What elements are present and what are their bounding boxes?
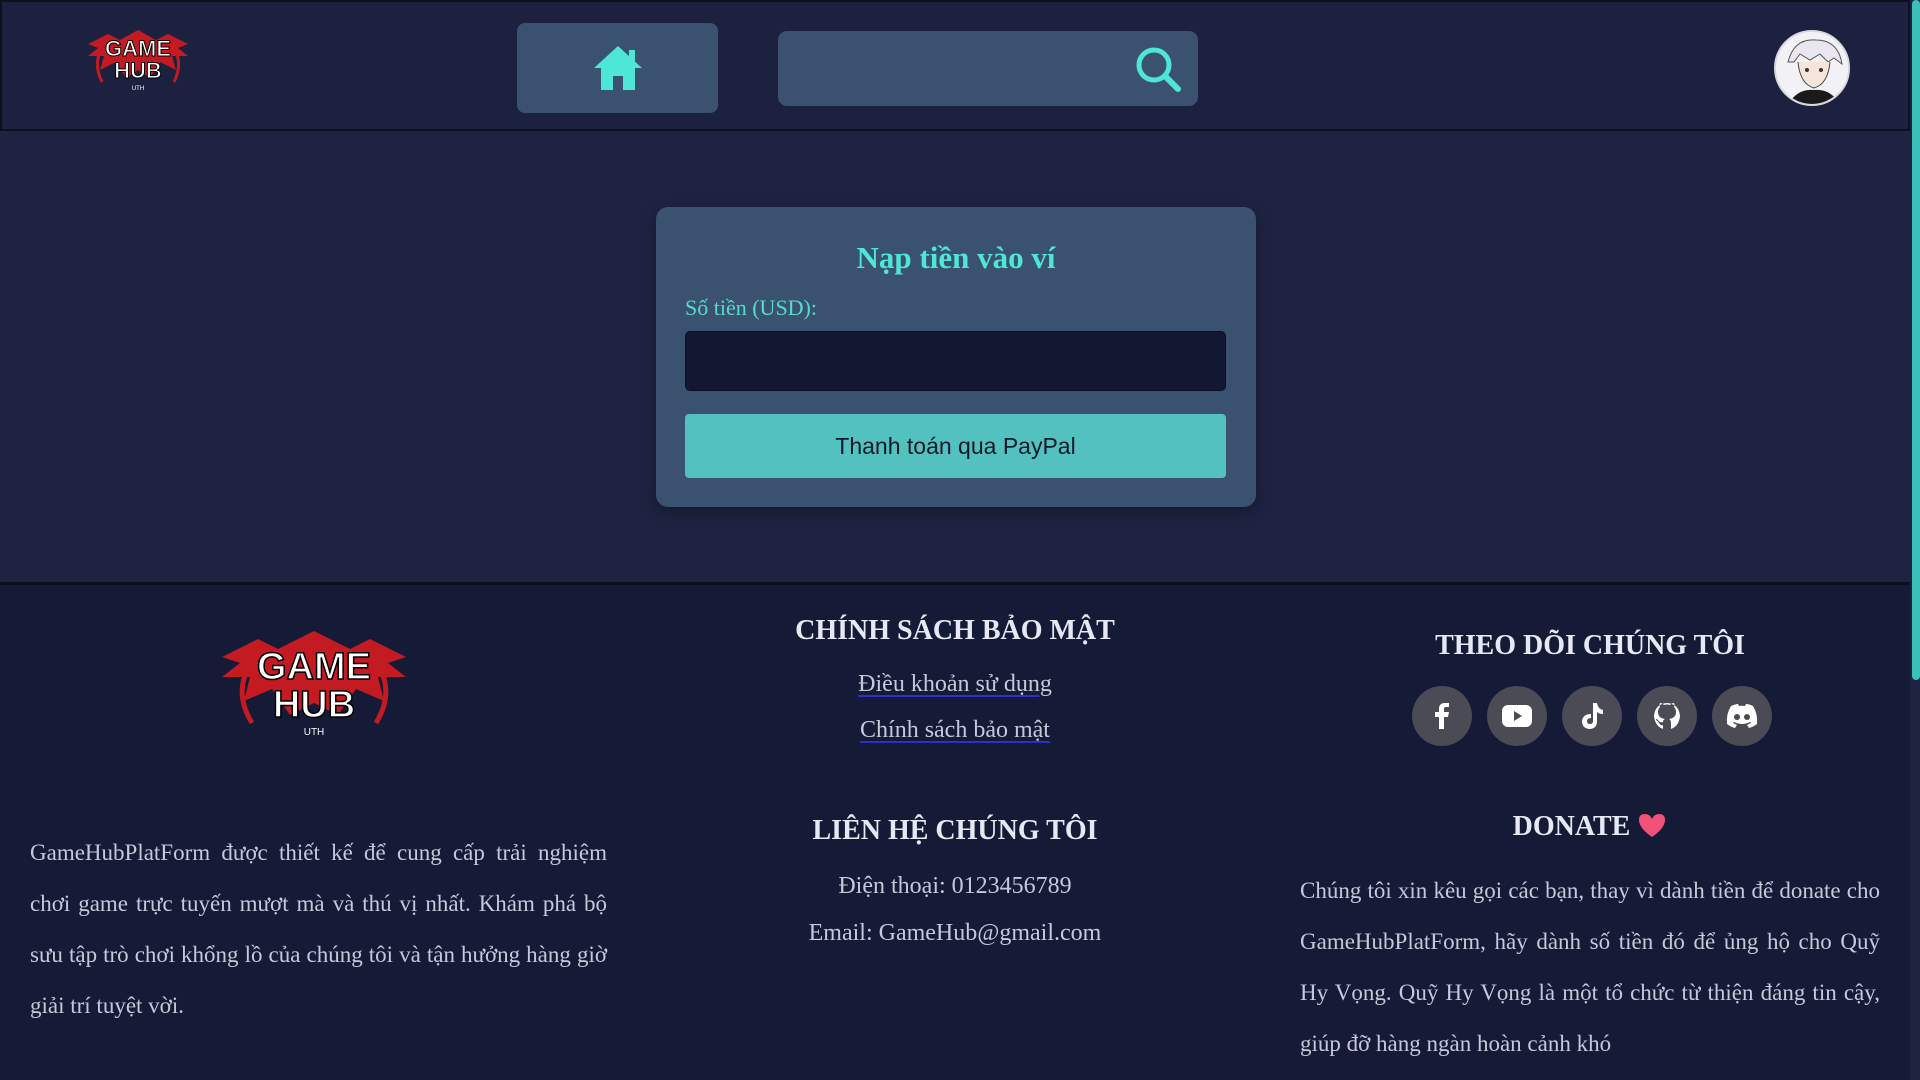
deposit-title: Nạp tiền vào ví <box>856 240 1056 275</box>
search-icon[interactable] <box>1130 41 1186 97</box>
facebook-icon[interactable] <box>1412 686 1472 746</box>
contact-email: Email: GameHub@gmail.com <box>808 920 1102 946</box>
svg-text:UTH: UTH <box>304 727 325 738</box>
svg-text:UTH: UTH <box>132 86 144 92</box>
social-links <box>1412 686 1772 746</box>
tiktok-icon[interactable] <box>1562 686 1622 746</box>
about-text: GameHubPlatForm được thiết kế để cung cấ… <box>30 840 607 1018</box>
donate-text: Chúng tôi xin kêu gọi các bạn, thay vì d… <box>1300 878 1880 1056</box>
top-header: GAME HUB UTH <box>0 0 1910 131</box>
follow-heading: THEO DÕI CHÚNG TÔI <box>1435 630 1745 661</box>
footer-logo: GAME HUB UTH <box>212 627 416 745</box>
contact-heading: LIÊN HỆ CHÚNG TÔI <box>812 815 1098 846</box>
youtube-icon[interactable] <box>1487 686 1547 746</box>
svg-text:HUB: HUB <box>273 684 355 726</box>
donate-heading: DONATE <box>1300 811 1880 843</box>
user-avatar[interactable] <box>1774 30 1850 106</box>
deposit-card: Nạp tiền vào ví Số tiền (USD): Thanh toá… <box>656 207 1256 507</box>
home-icon <box>593 46 642 90</box>
policy-heading: CHÍNH SÁCH BẢO MẬT <box>795 615 1115 646</box>
terms-link[interactable]: Điều khoản sử dụng <box>680 671 1230 698</box>
svg-text:HUB: HUB <box>114 58 162 83</box>
privacy-link[interactable]: Chính sách bảo mật <box>680 717 1230 744</box>
amount-label: Số tiền (USD): <box>685 295 817 320</box>
page-scrollbar[interactable] <box>1912 0 1920 680</box>
amount-input[interactable] <box>685 331 1226 391</box>
search-input[interactable] <box>778 31 1118 106</box>
heart-icon <box>1639 814 1666 837</box>
search-bar <box>778 31 1198 106</box>
home-button[interactable] <box>517 23 718 113</box>
paypal-pay-button[interactable]: Thanh toán qua PayPal <box>685 414 1226 478</box>
gamehub-logo[interactable]: GAME HUB UTH <box>80 26 196 100</box>
github-icon[interactable] <box>1637 686 1697 746</box>
contact-phone: Điện thoại: 0123456789 <box>838 873 1072 899</box>
svg-text:GAME: GAME <box>257 646 371 688</box>
discord-icon[interactable] <box>1712 686 1772 746</box>
donate-heading-label: DONATE <box>1512 811 1631 842</box>
footer: GAME HUB UTH GameHubPlatForm được thiết … <box>0 582 1910 1080</box>
